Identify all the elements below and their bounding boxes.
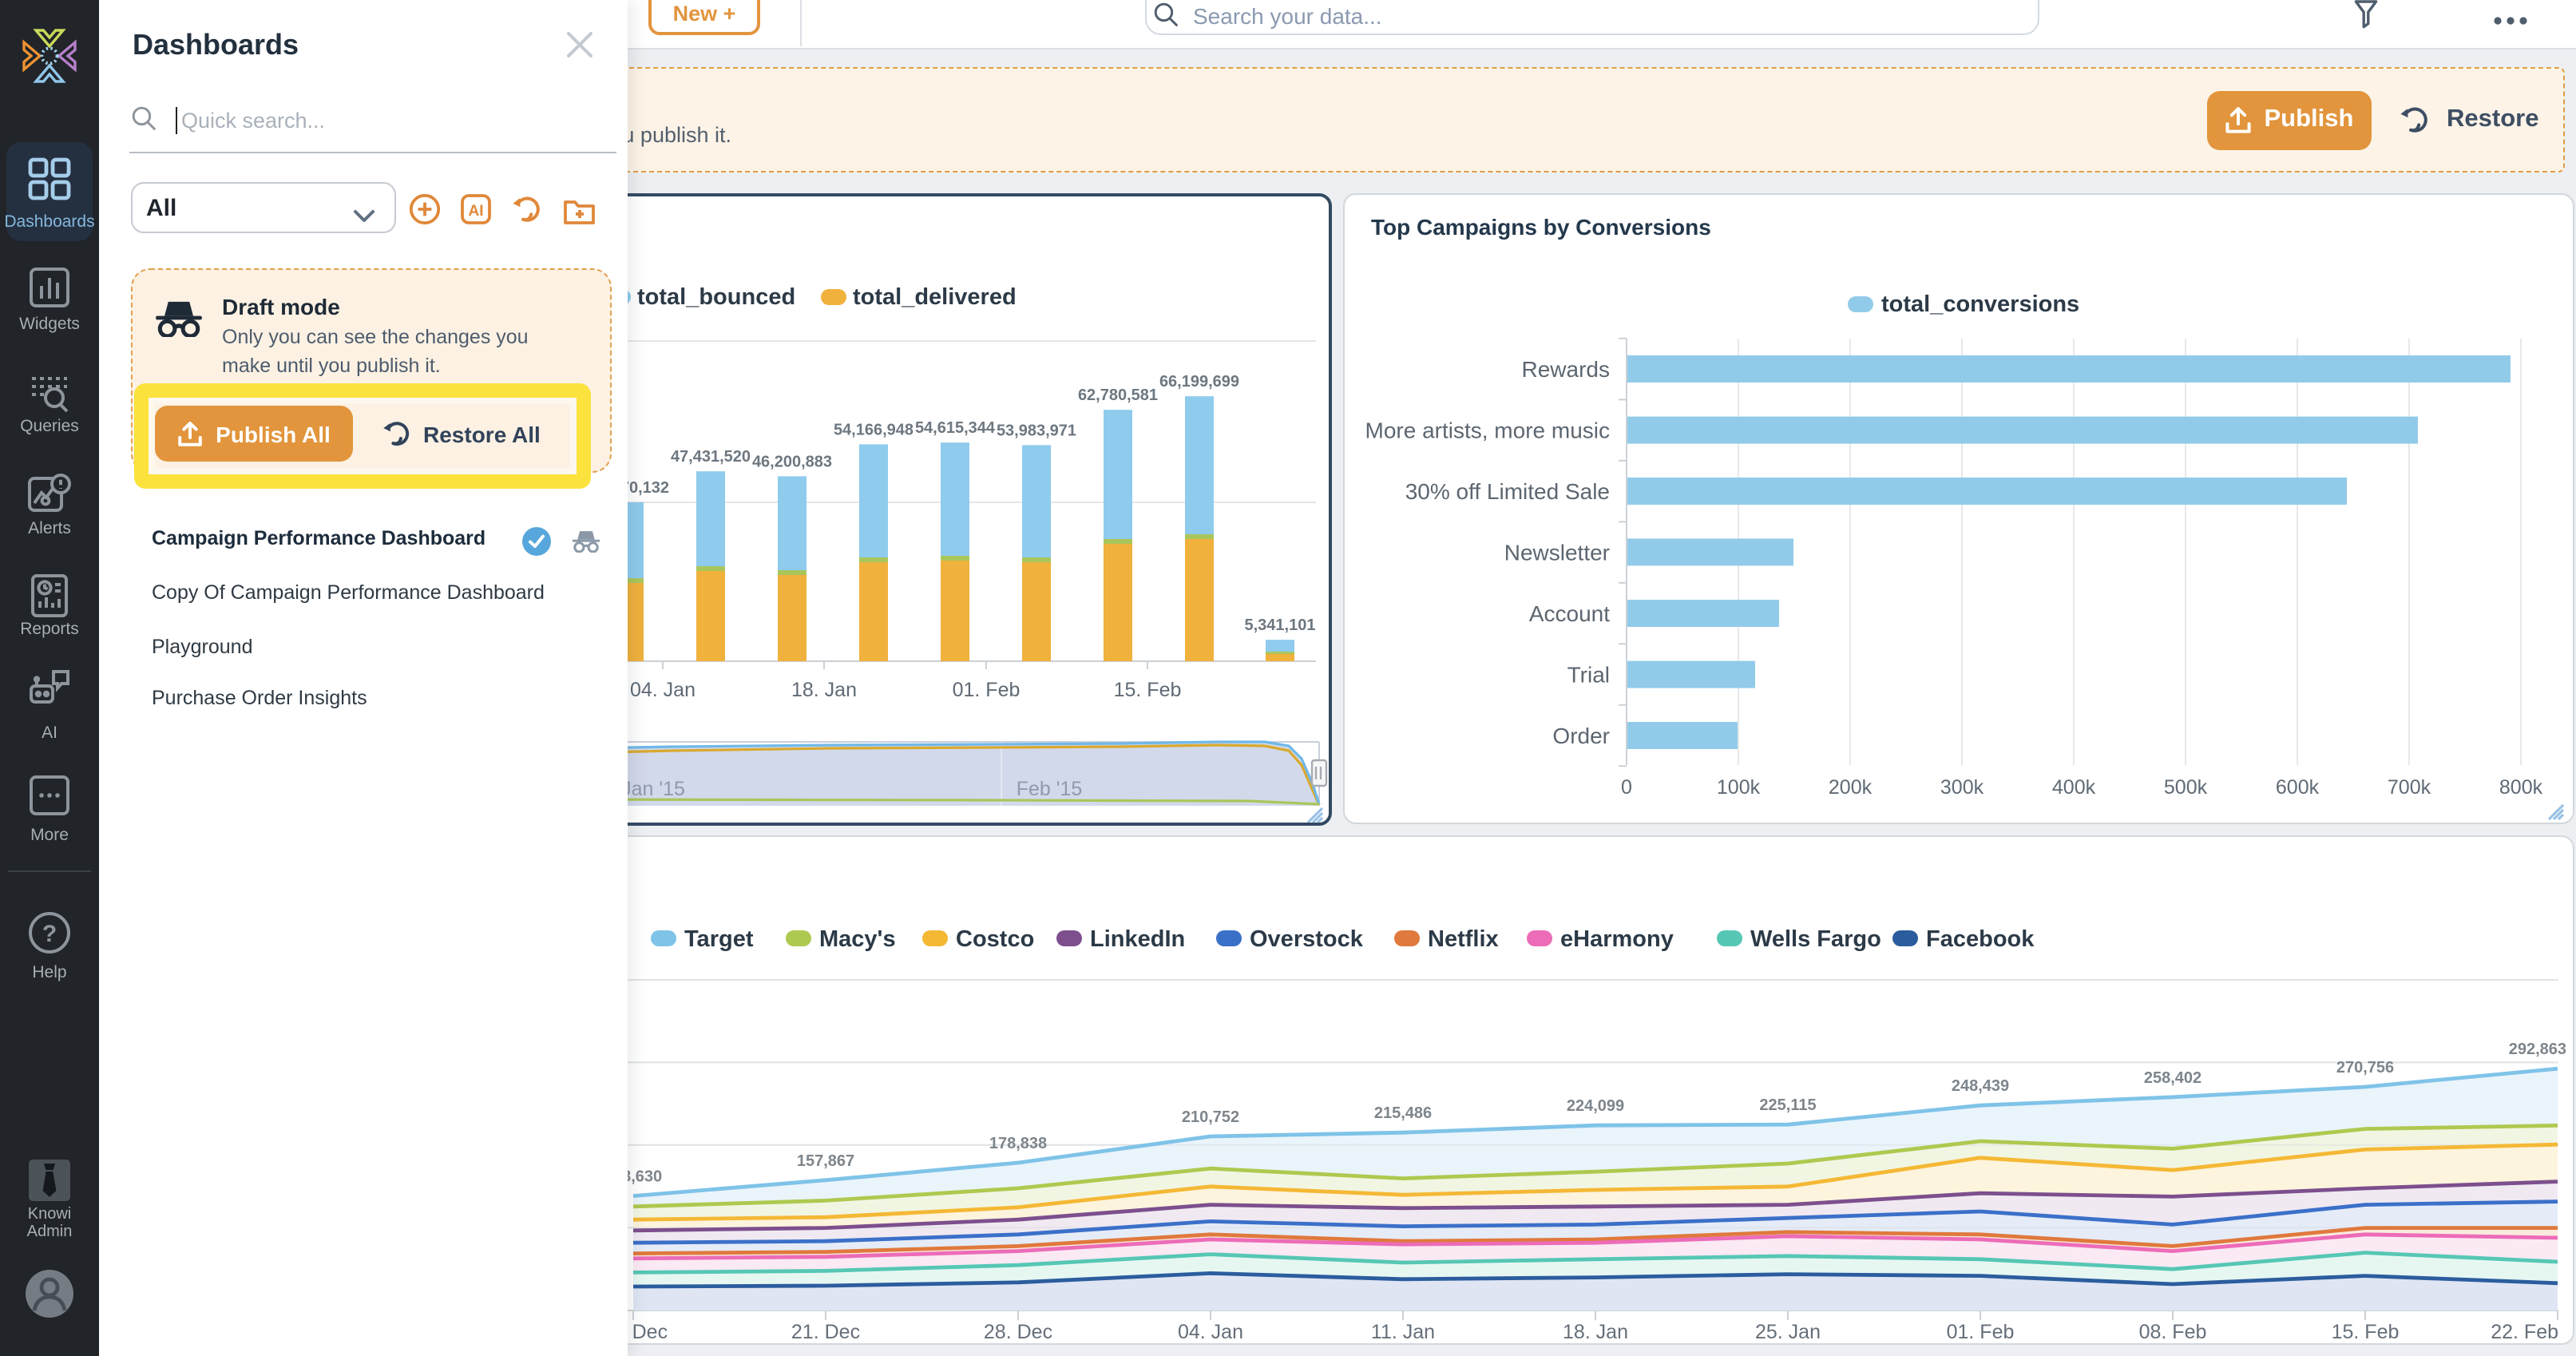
svg-text:AI: AI xyxy=(469,203,484,220)
svg-text:total_delivered: total_delivered xyxy=(853,283,1017,309)
svg-text:Macy's: Macy's xyxy=(819,926,896,952)
svg-text:62,780,581: 62,780,581 xyxy=(1078,386,1158,403)
svg-text:?: ? xyxy=(42,920,57,946)
svg-text:157,867: 157,867 xyxy=(797,1152,854,1170)
svg-text:700k: 700k xyxy=(2388,775,2431,798)
svg-text:01. Feb: 01. Feb xyxy=(953,678,1020,700)
svg-text:Overstock: Overstock xyxy=(1250,926,1364,952)
svg-text:25. Jan: 25. Jan xyxy=(1755,1321,1821,1342)
svg-text:30% off Limited Sale: 30% off Limited Sale xyxy=(1405,478,1610,503)
svg-text:215,486: 215,486 xyxy=(1374,1104,1432,1122)
svg-text:54,615,344: 54,615,344 xyxy=(915,418,996,436)
svg-text:500k: 500k xyxy=(2164,775,2208,798)
svg-text:210,752: 210,752 xyxy=(1182,1108,1239,1126)
svg-text:08. Feb: 08. Feb xyxy=(2139,1321,2207,1342)
svg-text:270,756: 270,756 xyxy=(2336,1059,2394,1076)
svg-text:22. Feb: 22. Feb xyxy=(2491,1321,2558,1342)
svg-text:178,838: 178,838 xyxy=(989,1135,1047,1152)
svg-text:54,166,948: 54,166,948 xyxy=(834,420,913,438)
svg-text:Facebook: Facebook xyxy=(1926,926,2035,952)
svg-text:Netflix: Netflix xyxy=(1428,926,1499,952)
svg-text:292,863: 292,863 xyxy=(2509,1041,2566,1058)
svg-text:224,099: 224,099 xyxy=(1567,1097,1624,1115)
svg-text:11. Jan: 11. Jan xyxy=(1371,1321,1435,1342)
svg-text:Account: Account xyxy=(1529,601,1610,625)
svg-text:46,200,883: 46,200,883 xyxy=(752,452,832,470)
svg-text:47,431,520: 47,431,520 xyxy=(671,447,751,465)
svg-text:5,341,101: 5,341,101 xyxy=(1245,616,1316,633)
svg-text:total_bounced: total_bounced xyxy=(637,283,795,309)
svg-text:More artists, more music: More artists, more music xyxy=(1365,417,1611,442)
svg-text:600k: 600k xyxy=(2276,775,2320,798)
svg-text:18. Jan: 18. Jan xyxy=(791,678,857,700)
svg-text:248,439: 248,439 xyxy=(1952,1077,2009,1095)
svg-text:53,983,971: 53,983,971 xyxy=(997,421,1076,438)
svg-text:15. Feb: 15. Feb xyxy=(2332,1321,2400,1342)
svg-text:01. Feb: 01. Feb xyxy=(1947,1321,2015,1342)
svg-text:225,115: 225,115 xyxy=(1759,1096,1816,1114)
svg-text:800k: 800k xyxy=(2499,775,2543,798)
svg-text:400k: 400k xyxy=(2052,775,2096,798)
svg-text:300k: 300k xyxy=(1940,775,1984,798)
svg-text:Order: Order xyxy=(1552,723,1610,747)
svg-text:21. Dec: 21. Dec xyxy=(791,1321,860,1342)
svg-text:Trial: Trial xyxy=(1567,661,1610,686)
svg-text:28. Dec: 28. Dec xyxy=(984,1321,1052,1342)
svg-text:LinkedIn: LinkedIn xyxy=(1090,926,1185,952)
svg-text:258,402: 258,402 xyxy=(2144,1069,2201,1087)
svg-text:Top Campaigns by Conversions: Top Campaigns by Conversions xyxy=(1371,214,1711,239)
svg-text:18. Jan: 18. Jan xyxy=(1563,1321,1628,1342)
svg-text:04. Jan: 04. Jan xyxy=(630,678,696,700)
svg-text:15. Feb: 15. Feb xyxy=(1114,678,1182,700)
svg-text:66,199,699: 66,199,699 xyxy=(1159,372,1239,390)
svg-text:100k: 100k xyxy=(1717,775,1761,798)
svg-text:Feb '15: Feb '15 xyxy=(1017,777,1083,799)
svg-text:04. Jan: 04. Jan xyxy=(1178,1321,1243,1342)
svg-text:Target: Target xyxy=(684,926,754,952)
svg-text:Costco: Costco xyxy=(956,926,1034,952)
svg-text:eHarmony: eHarmony xyxy=(1560,926,1674,952)
svg-text:200k: 200k xyxy=(1829,775,1873,798)
svg-text:0: 0 xyxy=(1621,775,1632,798)
svg-text:Wells Fargo: Wells Fargo xyxy=(1750,926,1881,952)
svg-text:total_conversions: total_conversions xyxy=(1881,291,2079,316)
svg-text:Newsletter: Newsletter xyxy=(1504,540,1610,565)
svg-text:Jan '15: Jan '15 xyxy=(621,777,685,799)
svg-text:Rewards: Rewards xyxy=(1522,356,1610,381)
